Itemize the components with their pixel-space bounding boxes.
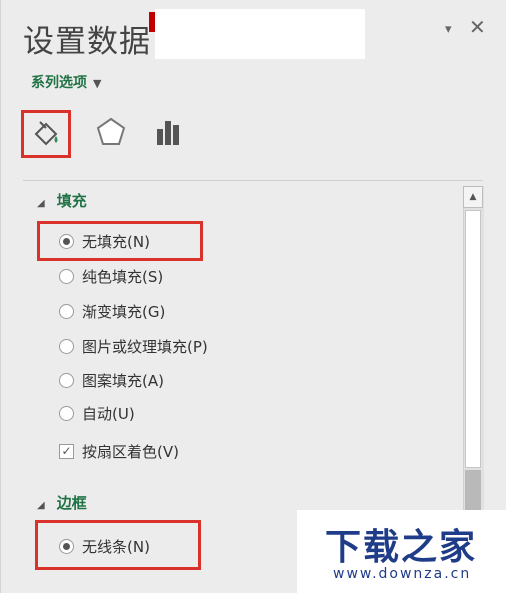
divider xyxy=(23,180,483,181)
option-automatic[interactable]: 自动(U) xyxy=(59,402,135,424)
option-label: 自动(U) xyxy=(82,404,135,423)
scrollbar-lower xyxy=(465,470,481,510)
radio-solid-fill[interactable] xyxy=(59,268,74,284)
series-options-label: 系列选项 xyxy=(31,75,87,91)
option-label: 图案填充(A) xyxy=(82,371,164,390)
option-label: 按扇区着色(V) xyxy=(82,442,179,461)
tab-fill-line[interactable] xyxy=(21,110,71,158)
tab-series-options[interactable] xyxy=(147,110,191,154)
radio-gradient-fill[interactable] xyxy=(59,303,74,319)
title-redaction xyxy=(155,9,365,59)
option-picture-fill[interactable]: 图片或纹理填充(P) xyxy=(59,335,208,357)
option-gradient-fill[interactable]: 渐变填充(G) xyxy=(59,300,165,322)
pane-options-dropdown-icon[interactable]: ▾ xyxy=(445,22,452,37)
scroll-up-icon[interactable]: ▲ xyxy=(463,186,483,208)
option-vary-colors[interactable]: ✓ 按扇区着色(V) xyxy=(59,440,179,462)
border-section-header[interactable]: ◢ 边框 xyxy=(37,492,87,513)
highlight-no-line xyxy=(35,520,201,570)
checkbox-vary-colors[interactable]: ✓ xyxy=(59,443,74,459)
radio-automatic[interactable] xyxy=(59,405,74,421)
tab-effects[interactable] xyxy=(89,110,133,154)
option-label: 渐变填充(G) xyxy=(82,302,166,321)
collapse-triangle-icon: ◢ xyxy=(37,198,45,209)
format-data-series-pane: 设置数据 ▾ ✕ 系列选项 ▼ ◢ 填充 无填充(N) 纯色填充(S) 渐变填充… xyxy=(0,0,506,593)
watermark-title: 下载之家 xyxy=(325,527,478,568)
highlight-no-fill xyxy=(37,221,203,261)
chevron-down-icon: ▼ xyxy=(93,77,102,90)
option-label: 纯色填充(S) xyxy=(82,267,164,286)
option-solid-fill[interactable]: 纯色填充(S) xyxy=(59,265,163,287)
close-icon[interactable]: ✕ xyxy=(469,15,486,39)
paint-bucket-icon xyxy=(34,121,58,146)
bar-chart-icon xyxy=(157,121,179,145)
watermark: 下载之家 www.downza.cn xyxy=(297,510,506,593)
radio-pattern-fill[interactable] xyxy=(59,372,74,388)
scrollbar-thumb[interactable] xyxy=(465,210,481,468)
option-pattern-fill[interactable]: 图案填充(A) xyxy=(59,369,164,391)
radio-picture-fill[interactable] xyxy=(59,338,74,354)
border-section-title: 边框 xyxy=(56,494,87,512)
watermark-site: www.downza.cn xyxy=(333,566,472,582)
series-options-dropdown[interactable]: 系列选项 ▼ xyxy=(31,72,101,92)
fill-section-header[interactable]: ◢ 填充 xyxy=(37,190,87,211)
fill-section-title: 填充 xyxy=(56,192,87,210)
pentagon-icon xyxy=(96,117,126,145)
collapse-triangle-icon: ◢ xyxy=(37,500,45,511)
option-label: 图片或纹理填充(P) xyxy=(82,337,208,356)
pane-title: 设置数据 xyxy=(23,24,151,60)
